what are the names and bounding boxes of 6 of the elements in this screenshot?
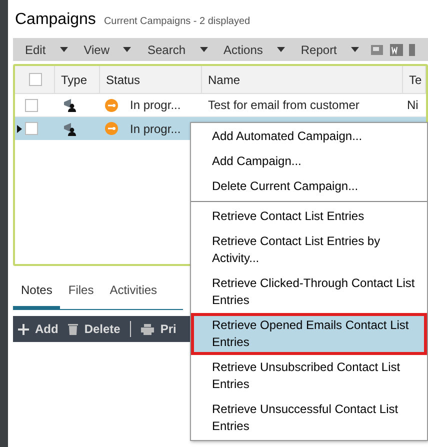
table-cell: Test for email from customer: [208, 98, 360, 112]
page-title: Campaigns: [15, 10, 96, 30]
table-cell: Ni: [407, 98, 418, 112]
table-cell-text: In progr...: [130, 120, 181, 138]
page-subtitle: Current Campaigns - 2 displayed: [104, 15, 250, 29]
table-cell-text: In progr...: [130, 97, 181, 114]
